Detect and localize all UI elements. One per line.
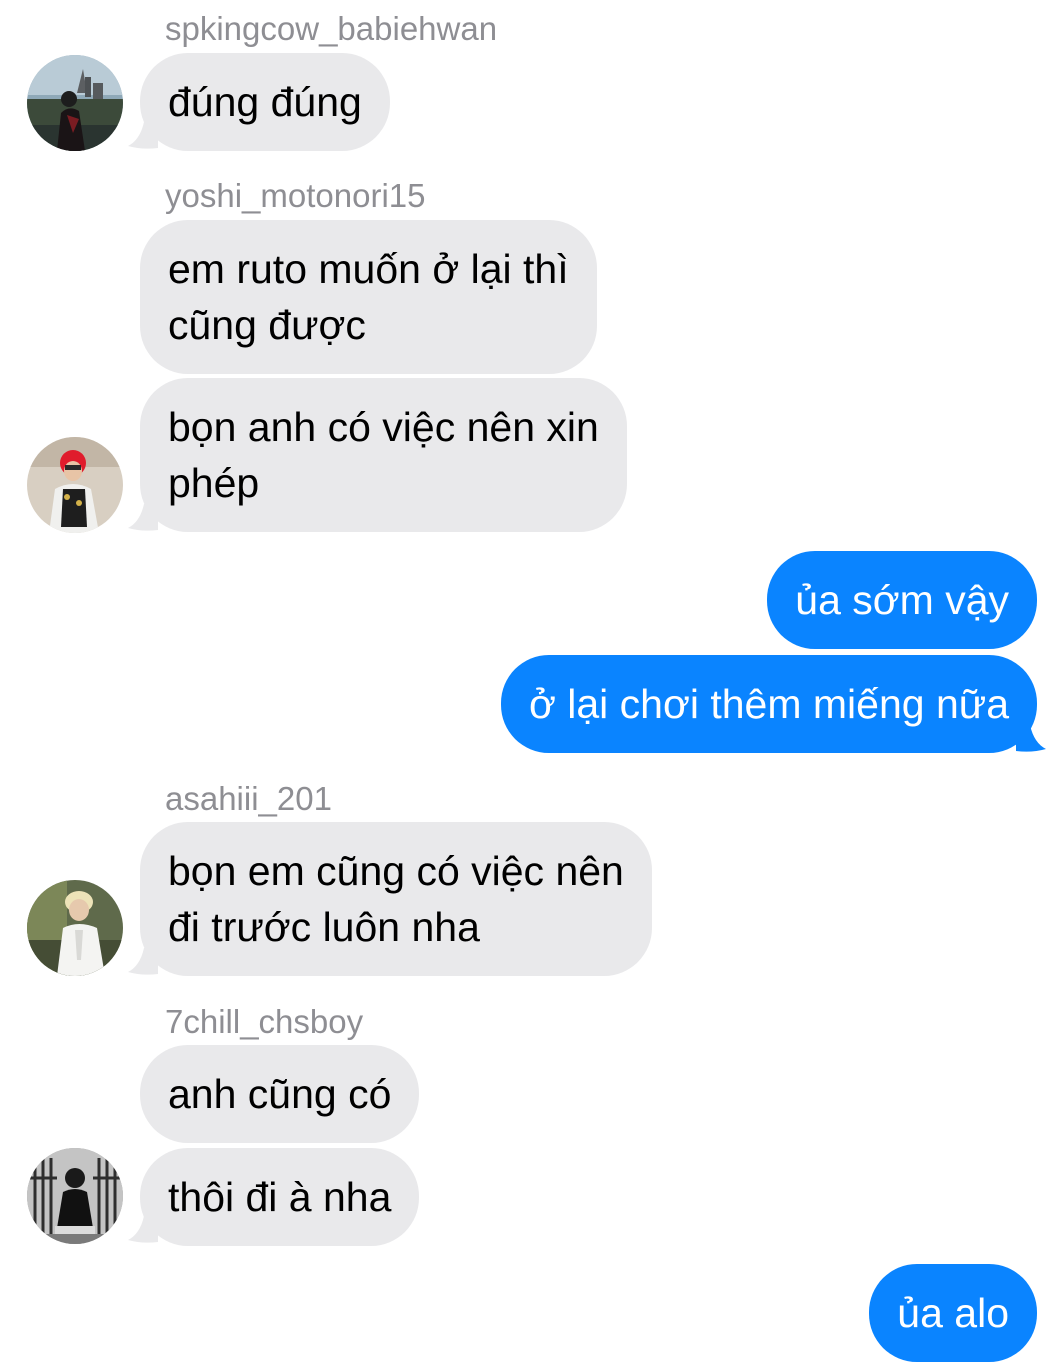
- bubble-tail: [128, 122, 158, 149]
- avatar[interactable]: [27, 880, 123, 976]
- message-bubble-incoming[interactable]: bọn anh có việc nên xin phép: [140, 378, 627, 532]
- avatar-photo-red-hair: [27, 437, 123, 533]
- sender-name: asahiii_201: [165, 780, 332, 817]
- sender-name: yoshi_motonori15: [165, 177, 426, 214]
- avatar[interactable]: [27, 55, 123, 151]
- message-bubble-incoming[interactable]: anh cũng có: [140, 1045, 420, 1143]
- avatar-photo-castle: [27, 55, 123, 151]
- message-bubble-incoming[interactable]: đúng đúng: [140, 53, 390, 151]
- message-bubble-outgoing[interactable]: ở lại chơi thêm miếng nữa: [500, 655, 1037, 753]
- message-bubble-incoming[interactable]: thôi đi à nha: [140, 1148, 420, 1246]
- bubble-tail: [128, 504, 158, 531]
- message-bubble-incoming[interactable]: em ruto muốn ở lại thì cũng được: [140, 220, 597, 374]
- message-bubble-incoming[interactable]: bọn em cũng có việc nên đi trước luôn nh…: [140, 822, 652, 976]
- bubble-tail: [128, 948, 158, 975]
- sender-name: spkingcow_babiehwan: [165, 10, 498, 47]
- avatar[interactable]: [27, 1148, 123, 1244]
- message-bubble-outgoing[interactable]: ủa alo: [869, 1264, 1037, 1362]
- avatar[interactable]: [27, 437, 123, 533]
- avatar-photo-bw-stairs: [27, 1148, 123, 1244]
- avatar-photo-blond: [27, 880, 123, 976]
- bubble-tail: [128, 1216, 158, 1243]
- bubble-tail: [1016, 725, 1046, 752]
- sender-name: 7chill_chsboy: [165, 1003, 364, 1040]
- message-bubble-outgoing[interactable]: ủa sớm vậy: [767, 551, 1037, 649]
